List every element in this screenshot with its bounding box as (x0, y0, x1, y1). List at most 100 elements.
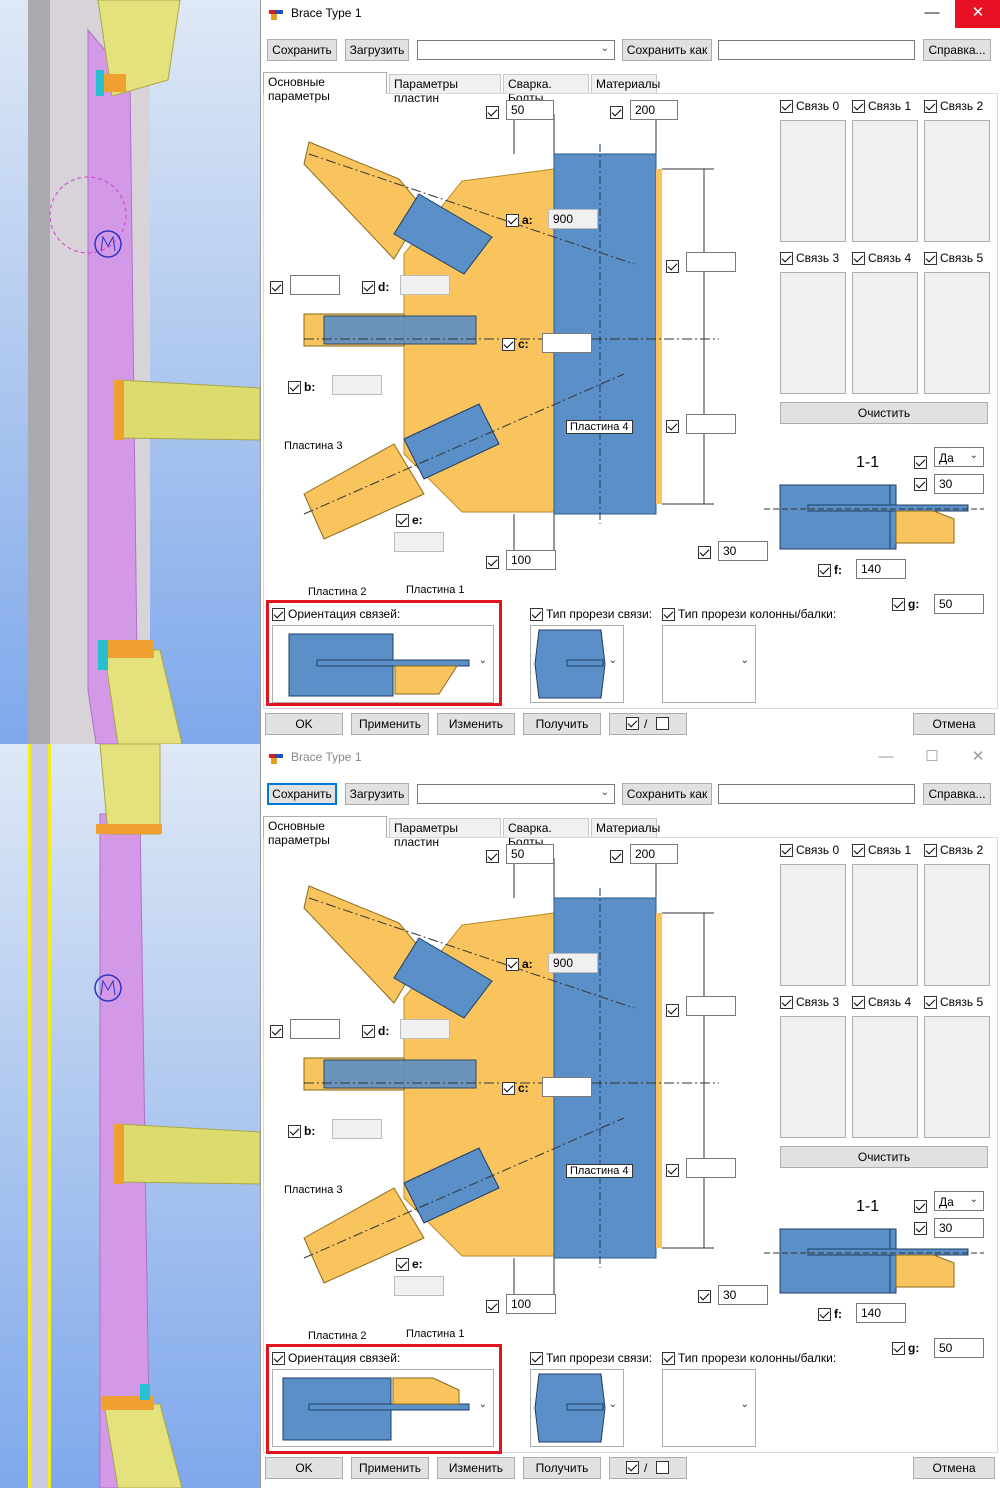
section-f-checkbox[interactable] (818, 1308, 831, 1321)
minimize-button[interactable]: — (863, 744, 909, 772)
brace-5-checkbox[interactable] (924, 252, 937, 265)
param-c-checkbox[interactable] (502, 1082, 515, 1095)
preset-select[interactable]: ⌄ (417, 40, 615, 60)
param-c-input[interactable] (542, 1077, 592, 1097)
param-d-input[interactable] (400, 275, 450, 295)
modify-button[interactable]: Изменить (437, 713, 515, 735)
param-c-input[interactable] (542, 333, 592, 353)
orientation-checkbox[interactable] (272, 1352, 285, 1365)
model-viewport[interactable] (0, 744, 260, 1488)
param-top-left-input[interactable]: 50 (506, 100, 554, 120)
save-as-name-input[interactable] (718, 784, 915, 804)
param-right-upper-input[interactable] (686, 252, 736, 272)
param-top-right-input[interactable]: 200 (630, 844, 678, 864)
column-cut-checkbox[interactable] (662, 1352, 675, 1365)
clear-button[interactable]: Очистить (780, 402, 988, 424)
ok-button[interactable]: OK (265, 1457, 343, 1479)
param-right-upper-input[interactable] (686, 996, 736, 1016)
section-g-checkbox[interactable] (892, 598, 905, 611)
param-left-upper-input[interactable] (290, 275, 340, 295)
column-cut-select[interactable]: ⌄ (662, 625, 756, 703)
apply-button[interactable]: Применить (351, 1457, 429, 1479)
param-b-checkbox[interactable] (288, 381, 301, 394)
save-as-button[interactable]: Сохранить как (622, 783, 712, 805)
brace-0-preview[interactable] (780, 120, 846, 242)
tab-welding-bolts[interactable]: Сварка. Болты (503, 74, 589, 105)
param-b-input[interactable] (332, 1119, 382, 1139)
section-left-checkbox[interactable] (698, 1290, 711, 1303)
brace-5-preview[interactable] (924, 1016, 990, 1138)
param-right-lower-input[interactable] (686, 1158, 736, 1178)
param-d-input[interactable] (400, 1019, 450, 1039)
tab-plate-params[interactable]: Параметры пластин (389, 818, 501, 849)
param-e-checkbox[interactable] (396, 514, 409, 527)
param-top-left-input[interactable]: 50 (506, 844, 554, 864)
brace-1-checkbox[interactable] (852, 100, 865, 113)
param-b-input[interactable] (332, 375, 382, 395)
cancel-button[interactable]: Отмена (913, 713, 995, 735)
brace-4-preview[interactable] (852, 1016, 918, 1138)
param-c-checkbox[interactable] (502, 338, 515, 351)
param-b-checkbox[interactable] (288, 1125, 301, 1138)
brace-4-checkbox[interactable] (852, 252, 865, 265)
brace-2-preview[interactable] (924, 864, 990, 986)
brace-4-preview[interactable] (852, 272, 918, 394)
ok-button[interactable]: OK (265, 713, 343, 735)
param-e-input[interactable] (394, 1276, 444, 1296)
brace-5-preview[interactable] (924, 272, 990, 394)
section-left-input[interactable]: 30 (718, 1285, 768, 1305)
brace-2-checkbox[interactable] (924, 844, 937, 857)
param-top-right-input[interactable]: 200 (630, 100, 678, 120)
modify-button[interactable]: Изменить (437, 1457, 515, 1479)
model-viewport[interactable] (0, 0, 260, 744)
tab-materials[interactable]: Материалы (591, 74, 660, 94)
param-e-input[interactable] (394, 532, 444, 552)
cancel-button[interactable]: Отмена (913, 1457, 995, 1479)
brace-cut-select[interactable]: ⌄ (530, 1369, 624, 1447)
help-button[interactable]: Справка... (923, 39, 991, 61)
brace-3-checkbox[interactable] (780, 996, 793, 1009)
brace-0-checkbox[interactable] (780, 844, 793, 857)
param-right-upper-checkbox[interactable] (666, 1004, 679, 1017)
save-as-button[interactable]: Сохранить как (622, 39, 712, 61)
preset-select[interactable]: ⌄ (417, 784, 615, 804)
close-button[interactable]: ✕ (955, 744, 1000, 772)
brace-cut-checkbox[interactable] (530, 608, 543, 621)
brace-2-preview[interactable] (924, 120, 990, 242)
param-right-lower-checkbox[interactable] (666, 1164, 679, 1177)
clear-button[interactable]: Очистить (780, 1146, 988, 1168)
param-d-checkbox[interactable] (362, 1025, 375, 1038)
section-g-input[interactable]: 50 (934, 594, 984, 614)
param-right-upper-checkbox[interactable] (666, 260, 679, 273)
brace-2-checkbox[interactable] (924, 100, 937, 113)
tab-plate-params[interactable]: Параметры пластин (389, 74, 501, 105)
section-left-input[interactable]: 30 (718, 541, 768, 561)
orientation-select[interactable]: ⌄ (272, 1369, 494, 1447)
section-yes-checkbox[interactable] (914, 1200, 927, 1213)
tab-main-params[interactable]: Основные параметры (263, 816, 387, 847)
param-bottom-input[interactable]: 100 (506, 550, 556, 570)
brace-cut-checkbox[interactable] (530, 1352, 543, 1365)
param-top-left-checkbox[interactable] (486, 106, 499, 119)
param-bottom-checkbox[interactable] (486, 556, 499, 569)
brace-0-checkbox[interactable] (780, 100, 793, 113)
get-button[interactable]: Получить (523, 713, 601, 735)
minimize-button[interactable]: — (909, 0, 955, 28)
brace-5-checkbox[interactable] (924, 996, 937, 1009)
get-button[interactable]: Получить (523, 1457, 601, 1479)
brace-1-preview[interactable] (852, 864, 918, 986)
param-a-input[interactable]: 900 (548, 209, 598, 229)
section-yes-select[interactable]: Да ⌄ (934, 447, 984, 467)
load-button[interactable]: Загрузить (345, 39, 409, 61)
param-right-lower-input[interactable] (686, 414, 736, 434)
param-right-lower-checkbox[interactable] (666, 420, 679, 433)
section-yes-select[interactable]: Да ⌄ (934, 1191, 984, 1211)
section-left-checkbox[interactable] (698, 546, 711, 559)
brace-1-preview[interactable] (852, 120, 918, 242)
brace-0-preview[interactable] (780, 864, 846, 986)
orientation-select[interactable]: ⌄ (272, 625, 494, 703)
save-button[interactable]: Сохранить (267, 783, 337, 805)
brace-3-checkbox[interactable] (780, 252, 793, 265)
section-g-input[interactable]: 50 (934, 1338, 984, 1358)
param-top-right-checkbox[interactable] (610, 850, 623, 863)
